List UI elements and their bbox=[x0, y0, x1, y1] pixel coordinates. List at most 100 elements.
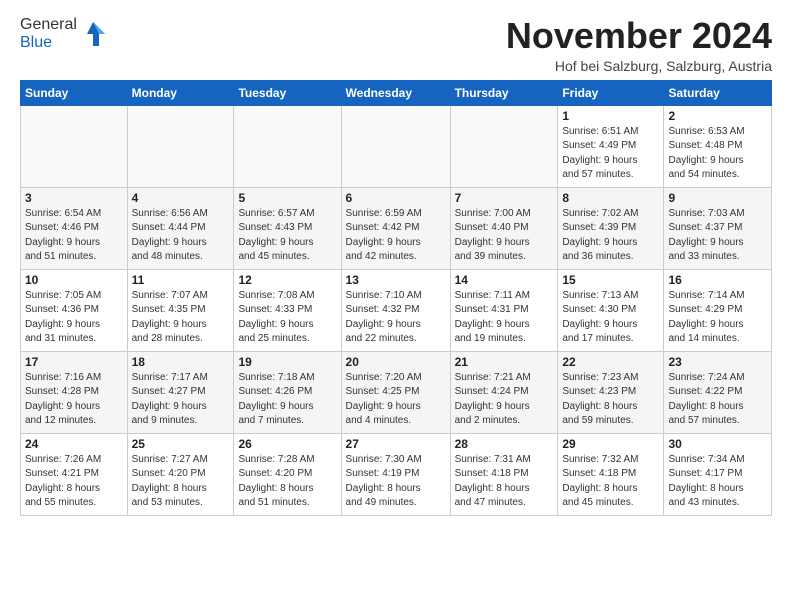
header: General Blue November 2024 Hof bei Salzb… bbox=[20, 16, 772, 74]
header-friday: Friday bbox=[558, 80, 664, 105]
day-detail: Sunrise: 7:03 AM Sunset: 4:37 PM Dayligh… bbox=[668, 207, 767, 265]
day-number: 27 bbox=[346, 437, 446, 451]
day-detail: Sunrise: 7:17 AM Sunset: 4:27 PM Dayligh… bbox=[132, 371, 230, 429]
day-detail: Sunrise: 7:13 AM Sunset: 4:30 PM Dayligh… bbox=[562, 289, 659, 347]
day-detail: Sunrise: 7:32 AM Sunset: 4:18 PM Dayligh… bbox=[562, 453, 659, 511]
day-number: 7 bbox=[455, 191, 554, 205]
day-number: 12 bbox=[238, 273, 336, 287]
day-number: 22 bbox=[562, 355, 659, 369]
day-detail: Sunrise: 6:57 AM Sunset: 4:43 PM Dayligh… bbox=[238, 207, 336, 265]
day-number: 25 bbox=[132, 437, 230, 451]
month-title: November 2024 bbox=[506, 16, 772, 56]
day-detail: Sunrise: 7:14 AM Sunset: 4:29 PM Dayligh… bbox=[668, 289, 767, 347]
day-number: 3 bbox=[25, 191, 123, 205]
calendar-cell: 8Sunrise: 7:02 AM Sunset: 4:39 PM Daylig… bbox=[558, 187, 664, 269]
calendar-cell: 25 Sunrise: 7:27 AM Sunset: 4:20 PM Dayli… bbox=[127, 433, 234, 515]
header-tuesday: Tuesday bbox=[234, 80, 341, 105]
weekday-header-row: Sunday Monday Tuesday Wednesday Thursday… bbox=[21, 80, 772, 105]
header-thursday: Thursday bbox=[450, 80, 558, 105]
day-detail: Sunrise: 6:56 AM Sunset: 4:44 PM Dayligh… bbox=[132, 207, 230, 265]
logo-blue-text: Blue bbox=[20, 34, 52, 51]
calendar-cell: 29Sunrise: 7:32 AM Sunset: 4:18 PM Dayli… bbox=[558, 433, 664, 515]
day-number: 6 bbox=[346, 191, 446, 205]
day-detail: Sunrise: 7:27 AM Sunset: 4:20 PM Dayligh… bbox=[132, 453, 230, 511]
header-wednesday: Wednesday bbox=[341, 80, 450, 105]
day-number: 13 bbox=[346, 273, 446, 287]
calendar-cell: 3 Sunrise: 6:54 AM Sunset: 4:46 PM Daylig… bbox=[21, 187, 128, 269]
day-number: 23 bbox=[668, 355, 767, 369]
calendar-cell: 19 Sunrise: 7:18 AM Sunset: 4:26 PM Dayli… bbox=[234, 351, 341, 433]
calendar-cell: 23 Sunrise: 7:24 AM Sunset: 4:22 PM Dayli… bbox=[664, 351, 772, 433]
day-detail: Sunrise: 7:10 AM Sunset: 4:32 PM Dayligh… bbox=[346, 289, 446, 347]
calendar-table: Sunday Monday Tuesday Wednesday Thursday… bbox=[20, 80, 772, 516]
day-detail: Sunrise: 6:54 AM Sunset: 4:46 PM Dayligh… bbox=[25, 207, 123, 265]
day-number: 18 bbox=[132, 355, 230, 369]
day-detail: Sunrise: 7:05 AM Sunset: 4:36 PM Dayligh… bbox=[25, 289, 123, 347]
day-number: 10 bbox=[25, 273, 123, 287]
day-detail: Sunrise: 7:30 AM Sunset: 4:19 PM Dayligh… bbox=[346, 453, 446, 511]
calendar-cell: 4 Sunrise: 6:56 AM Sunset: 4:44 PM Daylig… bbox=[127, 187, 234, 269]
day-detail: Sunrise: 7:34 AM Sunset: 4:17 PM Dayligh… bbox=[668, 453, 767, 511]
calendar-cell: 6Sunrise: 6:59 AM Sunset: 4:42 PM Daylig… bbox=[341, 187, 450, 269]
logo-general-text: General bbox=[20, 16, 77, 33]
calendar-cell: 20 Sunrise: 7:20 AM Sunset: 4:25 PM Dayli… bbox=[341, 351, 450, 433]
day-detail: Sunrise: 7:26 AM Sunset: 4:21 PM Dayligh… bbox=[25, 453, 123, 511]
calendar-cell: 16Sunrise: 7:14 AM Sunset: 4:29 PM Dayli… bbox=[664, 269, 772, 351]
day-detail: Sunrise: 6:51 AM Sunset: 4:49 PM Dayligh… bbox=[562, 125, 659, 183]
day-number: 9 bbox=[668, 191, 767, 205]
day-detail: Sunrise: 7:21 AM Sunset: 4:24 PM Dayligh… bbox=[455, 371, 554, 429]
day-number: 24 bbox=[25, 437, 123, 451]
day-number: 15 bbox=[562, 273, 659, 287]
day-detail: Sunrise: 7:24 AM Sunset: 4:22 PM Dayligh… bbox=[668, 371, 767, 429]
day-number: 11 bbox=[132, 273, 230, 287]
day-detail: Sunrise: 6:53 AM Sunset: 4:48 PM Dayligh… bbox=[668, 125, 767, 183]
calendar-cell: 9 Sunrise: 7:03 AM Sunset: 4:37 PM Daylig… bbox=[664, 187, 772, 269]
calendar-week-2: 3 Sunrise: 6:54 AM Sunset: 4:46 PM Daylig… bbox=[21, 187, 772, 269]
day-detail: Sunrise: 7:08 AM Sunset: 4:33 PM Dayligh… bbox=[238, 289, 336, 347]
calendar-cell: 2 Sunrise: 6:53 AM Sunset: 4:48 PM Daylig… bbox=[664, 105, 772, 187]
logo: General Blue bbox=[20, 16, 107, 51]
calendar-cell: 30 Sunrise: 7:34 AM Sunset: 4:17 PM Dayli… bbox=[664, 433, 772, 515]
day-number: 4 bbox=[132, 191, 230, 205]
day-detail: Sunrise: 7:00 AM Sunset: 4:40 PM Dayligh… bbox=[455, 207, 554, 265]
calendar-week-5: 24 Sunrise: 7:26 AM Sunset: 4:21 PM Dayli… bbox=[21, 433, 772, 515]
day-detail: Sunrise: 7:23 AM Sunset: 4:23 PM Dayligh… bbox=[562, 371, 659, 429]
calendar-cell: 5 Sunrise: 6:57 AM Sunset: 4:43 PM Daylig… bbox=[234, 187, 341, 269]
day-number: 1 bbox=[562, 109, 659, 123]
day-number: 14 bbox=[455, 273, 554, 287]
day-detail: Sunrise: 7:20 AM Sunset: 4:25 PM Dayligh… bbox=[346, 371, 446, 429]
calendar-cell bbox=[450, 105, 558, 187]
day-detail: Sunrise: 7:07 AM Sunset: 4:35 PM Dayligh… bbox=[132, 289, 230, 347]
day-detail: Sunrise: 7:31 AM Sunset: 4:18 PM Dayligh… bbox=[455, 453, 554, 511]
calendar-cell: 7 Sunrise: 7:00 AM Sunset: 4:40 PM Daylig… bbox=[450, 187, 558, 269]
calendar-week-3: 10 Sunrise: 7:05 AM Sunset: 4:36 PM Dayli… bbox=[21, 269, 772, 351]
calendar-cell bbox=[341, 105, 450, 187]
day-detail: Sunrise: 7:28 AM Sunset: 4:20 PM Dayligh… bbox=[238, 453, 336, 511]
day-number: 2 bbox=[668, 109, 767, 123]
calendar-cell: 26 Sunrise: 7:28 AM Sunset: 4:20 PM Dayli… bbox=[234, 433, 341, 515]
calendar-cell bbox=[21, 105, 128, 187]
calendar-cell: 22 Sunrise: 7:23 AM Sunset: 4:23 PM Dayli… bbox=[558, 351, 664, 433]
calendar-cell: 15 Sunrise: 7:13 AM Sunset: 4:30 PM Dayli… bbox=[558, 269, 664, 351]
day-number: 19 bbox=[238, 355, 336, 369]
day-number: 30 bbox=[668, 437, 767, 451]
calendar-cell: 21 Sunrise: 7:21 AM Sunset: 4:24 PM Dayli… bbox=[450, 351, 558, 433]
day-number: 8 bbox=[562, 191, 659, 205]
calendar-week-4: 17Sunrise: 7:16 AM Sunset: 4:28 PM Dayli… bbox=[21, 351, 772, 433]
calendar-cell: 12 Sunrise: 7:08 AM Sunset: 4:33 PM Dayli… bbox=[234, 269, 341, 351]
header-sunday: Sunday bbox=[21, 80, 128, 105]
header-saturday: Saturday bbox=[664, 80, 772, 105]
calendar-cell bbox=[234, 105, 341, 187]
location: Hof bei Salzburg, Salzburg, Austria bbox=[506, 58, 772, 74]
day-number: 5 bbox=[238, 191, 336, 205]
day-detail: Sunrise: 7:11 AM Sunset: 4:31 PM Dayligh… bbox=[455, 289, 554, 347]
day-number: 26 bbox=[238, 437, 336, 451]
calendar-cell: 18 Sunrise: 7:17 AM Sunset: 4:27 PM Dayli… bbox=[127, 351, 234, 433]
day-number: 20 bbox=[346, 355, 446, 369]
calendar-cell: 24 Sunrise: 7:26 AM Sunset: 4:21 PM Dayli… bbox=[21, 433, 128, 515]
day-detail: Sunrise: 7:18 AM Sunset: 4:26 PM Dayligh… bbox=[238, 371, 336, 429]
day-number: 21 bbox=[455, 355, 554, 369]
calendar-cell: 11 Sunrise: 7:07 AM Sunset: 4:35 PM Dayli… bbox=[127, 269, 234, 351]
day-number: 17 bbox=[25, 355, 123, 369]
title-block: November 2024 Hof bei Salzburg, Salzburg… bbox=[506, 16, 772, 74]
